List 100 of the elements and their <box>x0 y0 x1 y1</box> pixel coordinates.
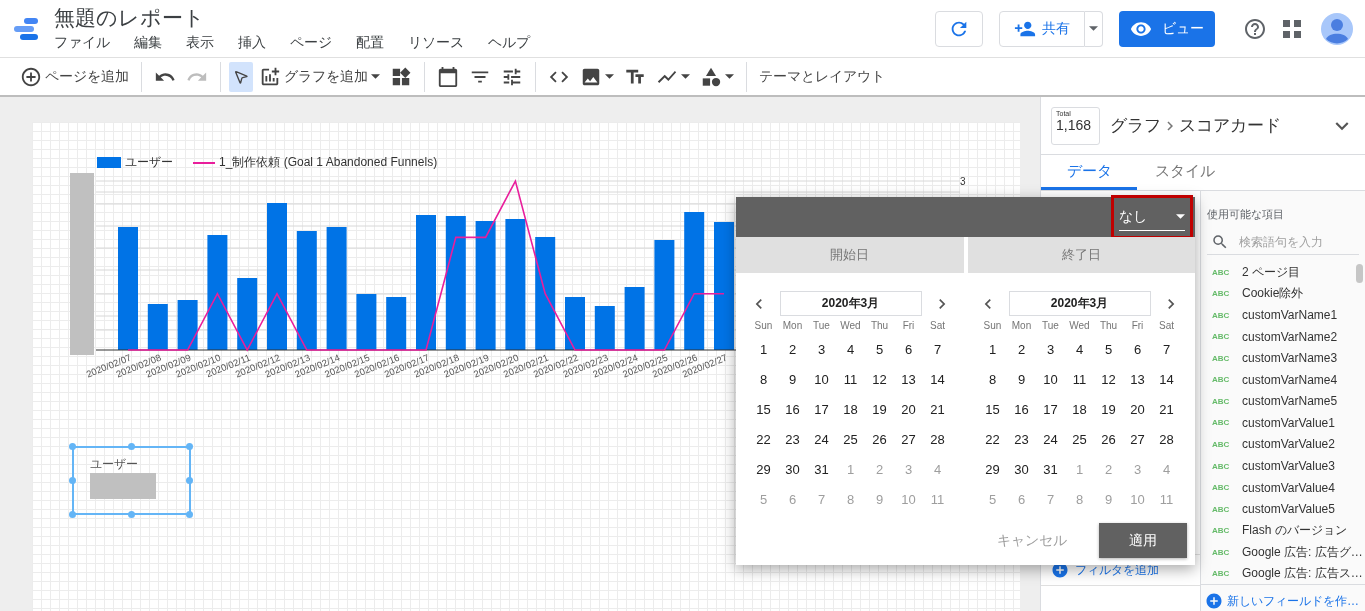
calendar-day[interactable]: 6 <box>1123 334 1152 364</box>
calendar-day[interactable]: 4 <box>1065 334 1094 364</box>
date-range-tab[interactable]: 終了日 <box>967 237 1195 273</box>
menu-item[interactable]: ファイル <box>54 34 134 52</box>
preset-dropdown[interactable]: なし <box>1119 203 1185 231</box>
calendar-day[interactable]: 24 <box>807 424 836 454</box>
calendar-day[interactable]: 18 <box>836 394 865 424</box>
calendar-day[interactable]: 15 <box>978 394 1007 424</box>
field-name[interactable]: customVarName5 <box>1242 394 1338 409</box>
calendar-day[interactable]: 13 <box>1123 364 1152 394</box>
toolbar-button[interactable] <box>229 61 253 92</box>
calendar-day[interactable]: 5 <box>865 334 894 364</box>
calendar-day[interactable]: 26 <box>865 424 894 454</box>
calendar-day[interactable]: 3 <box>807 334 836 364</box>
calendar-day[interactable]: 8 <box>749 364 778 394</box>
field-name[interactable]: Cookie除外 <box>1242 285 1304 303</box>
calendar-day[interactable]: 5 <box>1094 334 1123 364</box>
calendar-day[interactable]: 31 <box>1036 454 1065 484</box>
calendar-day[interactable]: 16 <box>778 394 807 424</box>
refresh-button[interactable] <box>935 10 983 47</box>
field-name[interactable]: Google 広告: 広告グ… <box>1242 543 1363 561</box>
calendar-day[interactable]: 2 <box>1007 334 1036 364</box>
field-name[interactable]: customVarValue2 <box>1242 437 1335 452</box>
calendar-day[interactable]: 3 <box>1036 334 1065 364</box>
resize-handle[interactable] <box>128 443 135 450</box>
toolbar-button[interactable]: テーマとレイアウト <box>755 61 889 92</box>
field-name[interactable]: customVarName3 <box>1242 351 1338 366</box>
calendar-day[interactable]: 21 <box>1152 394 1181 424</box>
view-button[interactable]: ビュー <box>1119 10 1215 47</box>
resize-handle[interactable] <box>186 477 193 484</box>
field-name[interactable]: Flash のバージョン <box>1242 522 1347 540</box>
resize-handle[interactable] <box>69 443 76 450</box>
resize-handle[interactable] <box>69 511 76 518</box>
panel-tab[interactable]: スタイル <box>1137 155 1233 190</box>
toolbar-button[interactable]: ページを追加 <box>16 61 133 92</box>
calendar-day[interactable]: 9 <box>1007 364 1036 394</box>
calendar-day[interactable]: 17 <box>807 394 836 424</box>
calendar-day[interactable]: 19 <box>1094 394 1123 424</box>
calendar-day[interactable]: 1 <box>978 334 1007 364</box>
calendar-day[interactable]: 12 <box>1094 364 1123 394</box>
calendar-day[interactable]: 10 <box>1036 364 1065 394</box>
calendar-day[interactable]: 31 <box>807 454 836 484</box>
calendar-day[interactable]: 14 <box>923 364 952 394</box>
calendar-day[interactable]: 1 <box>749 334 778 364</box>
field-name[interactable]: 2 ページ目 <box>1242 263 1300 281</box>
menu-item[interactable]: 挿入 <box>238 34 290 52</box>
resize-handle[interactable] <box>186 511 193 518</box>
apply-button[interactable]: 適用 <box>1099 523 1187 558</box>
calendar-day[interactable]: 12 <box>865 364 894 394</box>
panel-tab[interactable]: データ <box>1041 155 1137 190</box>
calendar-day[interactable]: 10 <box>807 364 836 394</box>
calendar-day[interactable]: 14 <box>1152 364 1181 394</box>
calendar-day[interactable]: 23 <box>778 424 807 454</box>
date-range-tab[interactable]: 開始日 <box>736 237 964 273</box>
calendar-day[interactable]: 13 <box>894 364 923 394</box>
toolbar-button[interactable]: グラフを追加 <box>255 61 384 92</box>
field-name[interactable]: customVarName1 <box>1242 308 1338 323</box>
resize-handle[interactable] <box>69 477 76 484</box>
calendar-day[interactable]: 2 <box>778 334 807 364</box>
calendar-day[interactable]: 28 <box>1152 424 1181 454</box>
calendar-day[interactable]: 25 <box>1065 424 1094 454</box>
calendar-day[interactable]: 25 <box>836 424 865 454</box>
resize-handle[interactable] <box>128 511 135 518</box>
field-name[interactable]: customVarValue5 <box>1242 502 1335 517</box>
field-name[interactable]: customVarValue4 <box>1242 480 1335 495</box>
help-button[interactable] <box>1243 16 1267 41</box>
calendar-day[interactable]: 11 <box>836 364 865 394</box>
calendar-day[interactable]: 27 <box>1123 424 1152 454</box>
calendar-day[interactable]: 21 <box>923 394 952 424</box>
calendar-day[interactable]: 16 <box>1007 394 1036 424</box>
menu-item[interactable]: 配置 <box>356 34 408 52</box>
calendar-day[interactable]: 23 <box>1007 424 1036 454</box>
search-field[interactable]: 検索語句を入力 <box>1237 234 1347 251</box>
calendar-day[interactable]: 9 <box>778 364 807 394</box>
menu-item[interactable]: 編集 <box>134 34 186 52</box>
calendar-day[interactable]: 20 <box>894 394 923 424</box>
menu-item[interactable]: ヘルプ <box>488 34 554 52</box>
resize-handle[interactable] <box>186 443 193 450</box>
calendar-day[interactable]: 6 <box>894 334 923 364</box>
calendar-day[interactable]: 7 <box>923 334 952 364</box>
field-name[interactable]: customVarValue1 <box>1242 415 1335 430</box>
calendar-day[interactable]: 29 <box>978 454 1007 484</box>
field-name[interactable]: Google 広告: 広告ス… <box>1242 565 1363 583</box>
calendar-day[interactable]: 4 <box>836 334 865 364</box>
apps-button[interactable] <box>1283 19 1301 38</box>
calendar-day[interactable]: 26 <box>1094 424 1123 454</box>
account-button[interactable] <box>1321 12 1353 45</box>
calendar-day[interactable]: 30 <box>778 454 807 484</box>
new-field-button[interactable]: 新しいフィールドを作… <box>1201 584 1365 611</box>
calendar-day[interactable]: 15 <box>749 394 778 424</box>
field-name[interactable]: customVarName4 <box>1242 372 1338 387</box>
calendar-day[interactable]: 27 <box>894 424 923 454</box>
calendar-day[interactable]: 18 <box>1065 394 1094 424</box>
calendar-day[interactable]: 28 <box>923 424 952 454</box>
month-field[interactable]: 2020年3月 <box>1008 291 1151 316</box>
share-button[interactable]: 共有 <box>999 10 1085 47</box>
report-title[interactable]: 無題のレポート <box>54 5 554 31</box>
calendar-day[interactable]: 11 <box>1065 364 1094 394</box>
menu-item[interactable]: 表示 <box>186 34 238 52</box>
menu-item[interactable]: ページ <box>290 34 356 52</box>
